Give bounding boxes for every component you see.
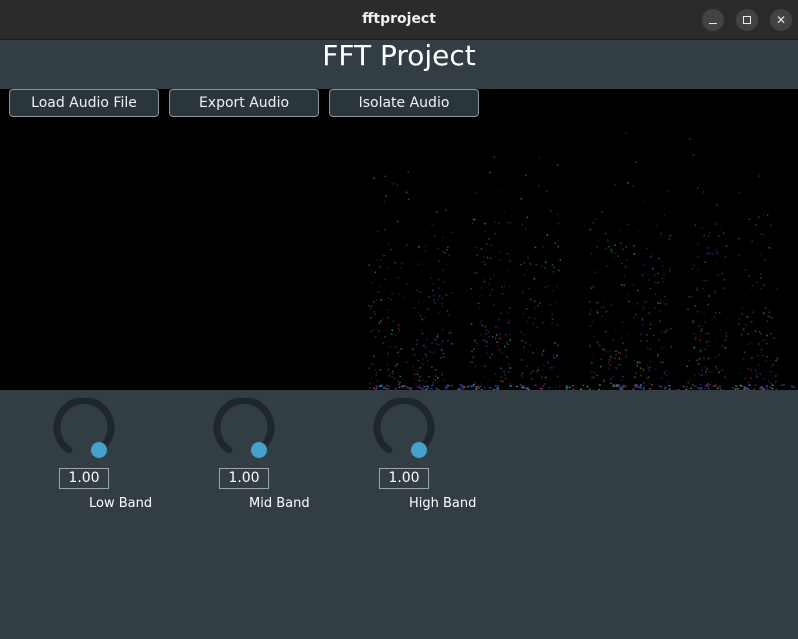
mid-band-knob[interactable] — [213, 398, 275, 460]
window-title: fftproject — [362, 11, 436, 27]
load-audio-button[interactable]: Load Audio File — [9, 89, 159, 117]
spectrogram-canvas — [368, 132, 796, 390]
low-band-value-field[interactable]: 1.00 — [59, 468, 109, 489]
mid-band-value-field[interactable]: 1.00 — [219, 468, 269, 489]
knob-thumb[interactable] — [251, 442, 267, 458]
mid-band-label: Mid Band — [249, 496, 310, 511]
high-band-value-field[interactable]: 1.00 — [379, 468, 429, 489]
knob-thumb[interactable] — [91, 442, 107, 458]
minimize-button[interactable] — [702, 9, 724, 31]
close-icon: ✕ — [775, 13, 787, 27]
window-titlebar[interactable]: fftproject ✕ — [0, 0, 798, 40]
spectrogram-noise — [368, 132, 796, 390]
maximize-icon — [743, 15, 751, 24]
spectrogram-display — [0, 89, 798, 390]
page-title: FFT Project — [322, 39, 476, 72]
low-band-label: Low Band — [89, 496, 153, 511]
maximize-button[interactable] — [736, 9, 758, 31]
low-band-knob[interactable] — [53, 398, 115, 460]
knob-thumb[interactable] — [411, 442, 427, 458]
minimize-icon — [709, 22, 717, 25]
export-audio-button[interactable]: Export Audio — [169, 89, 319, 117]
high-band-label: High Band — [409, 496, 477, 511]
high-band-knob[interactable] — [373, 398, 435, 460]
isolate-audio-button[interactable]: Isolate Audio — [329, 89, 479, 117]
close-button[interactable]: ✕ — [770, 9, 792, 31]
